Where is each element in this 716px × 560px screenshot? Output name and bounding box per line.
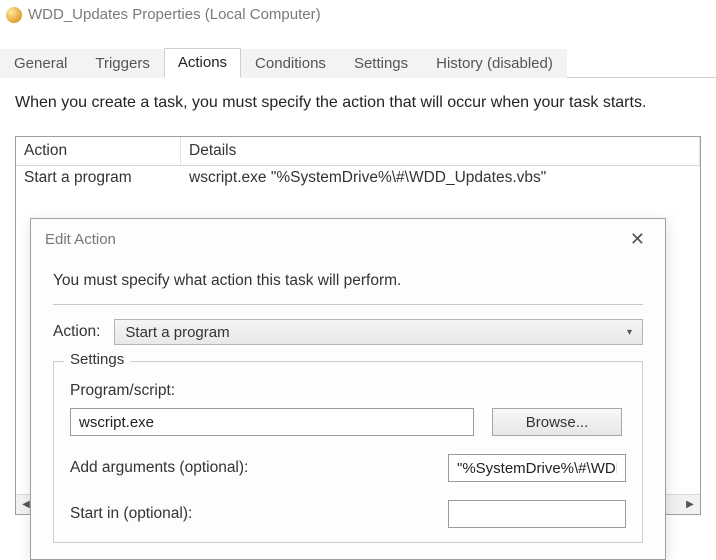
tab-actions[interactable]: Actions <box>164 48 241 78</box>
close-icon[interactable]: ✕ <box>624 229 651 250</box>
program-script-input[interactable] <box>70 408 474 436</box>
tab-history[interactable]: History (disabled) <box>422 49 567 78</box>
startin-input[interactable] <box>448 500 626 528</box>
settings-group-label: Settings <box>64 351 130 368</box>
tab-strip: General Triggers Actions Conditions Sett… <box>0 47 716 78</box>
action-label: Action: <box>53 323 100 341</box>
action-dropdown-value: Start a program <box>125 324 229 341</box>
arguments-input[interactable] <box>448 454 626 482</box>
dialog-title-text: Edit Action <box>45 231 116 248</box>
actions-intro-text: When you create a task, you must specify… <box>15 94 701 112</box>
program-label: Program/script: <box>70 382 626 400</box>
scroll-right-icon[interactable]: ▶ <box>680 495 700 514</box>
cell-details: wscript.exe "%SystemDrive%\#\WDD_Updates… <box>181 166 700 190</box>
window-title: WDD_Updates Properties (Local Computer) <box>28 6 321 23</box>
tab-general[interactable]: General <box>0 49 81 78</box>
settings-group: Settings Program/script: Browse... Add a… <box>53 361 643 543</box>
actions-list-header: Action Details <box>16 137 700 166</box>
tab-conditions[interactable]: Conditions <box>241 49 340 78</box>
cell-action: Start a program <box>16 166 181 190</box>
dialog-intro-text: You must specify what action this task w… <box>53 264 643 304</box>
startin-label: Start in (optional): <box>70 505 192 523</box>
tab-settings[interactable]: Settings <box>340 49 422 78</box>
table-row[interactable]: Start a program wscript.exe "%SystemDriv… <box>16 166 700 190</box>
action-dropdown[interactable]: Start a program ▾ <box>114 319 643 345</box>
chevron-down-icon: ▾ <box>627 327 632 338</box>
window-title-bar: WDD_Updates Properties (Local Computer) <box>0 0 716 29</box>
col-header-action[interactable]: Action <box>16 137 181 165</box>
arguments-label: Add arguments (optional): <box>70 459 248 477</box>
edit-action-dialog: Edit Action ✕ You must specify what acti… <box>30 218 666 560</box>
task-scheduler-icon <box>6 7 22 23</box>
browse-button[interactable]: Browse... <box>492 408 622 436</box>
col-header-details[interactable]: Details <box>181 137 700 165</box>
tab-triggers[interactable]: Triggers <box>81 49 163 78</box>
dialog-title-bar: Edit Action ✕ <box>31 219 665 260</box>
